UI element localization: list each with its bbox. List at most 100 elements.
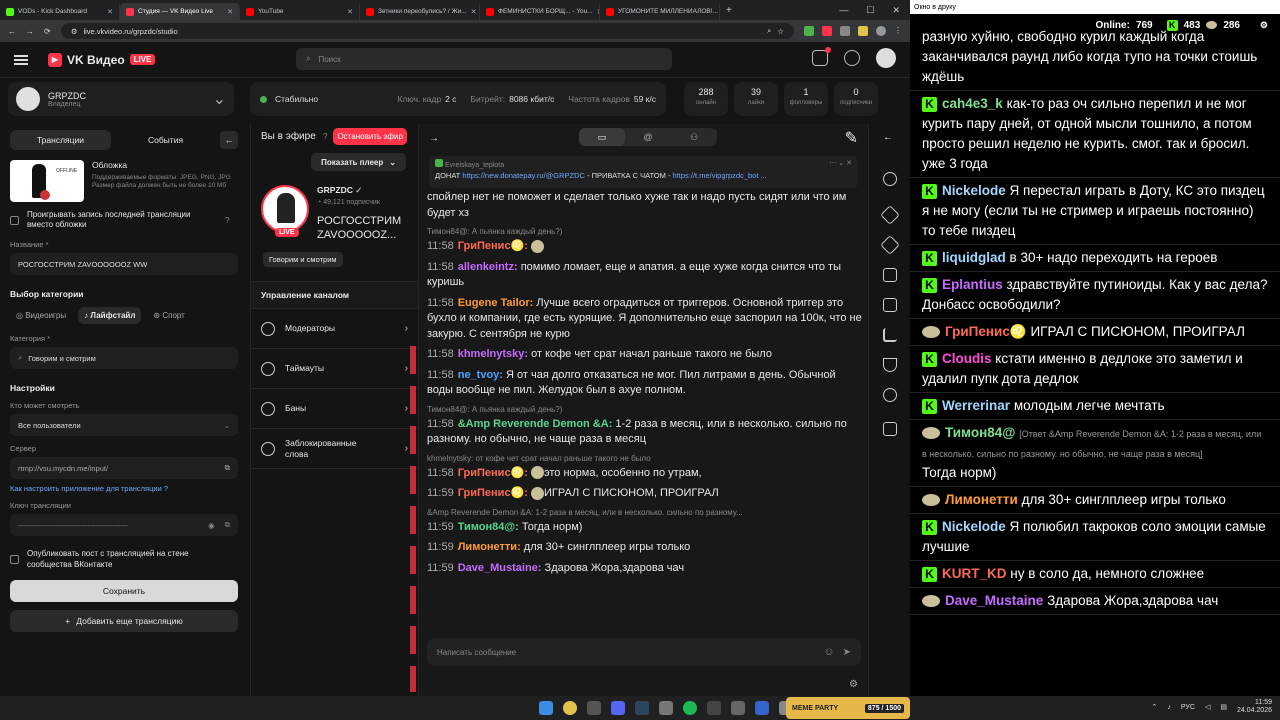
new-tab-button[interactable]: +	[726, 5, 732, 16]
search-input[interactable]: ⌕ Поиск	[296, 48, 672, 70]
minimize-icon[interactable]: —	[839, 5, 848, 16]
message-author[interactable]: ГриПенис♌:	[458, 467, 528, 479]
menu-dots-icon[interactable]: ⋮	[894, 26, 902, 36]
tab-close-icon[interactable]: ✕	[347, 8, 353, 16]
category-lifestyle-tab[interactable]: ♪ Лайфстайл	[78, 307, 142, 324]
notifications-icon[interactable]	[812, 47, 831, 66]
emoji-icon[interactable]: ☺	[823, 646, 834, 658]
eye-icon[interactable]: ◉	[208, 521, 215, 530]
url-field[interactable]: ⚙ live.vkvideo.ru/grpzdc/studio ⌕ ☆	[60, 23, 794, 39]
spotify-icon[interactable]	[683, 701, 697, 715]
tray-chevron-icon[interactable]: ⌃	[1152, 703, 1158, 711]
category-games-tab[interactable]: ◎ Видеоигры	[10, 307, 72, 324]
loop-checkbox[interactable]	[10, 215, 19, 225]
bookmark-star-icon[interactable]: ☆	[777, 27, 784, 36]
message-author[interactable]: allenkeintz:	[458, 261, 518, 273]
howto-link[interactable]: Как настроить приложение для трансляции …	[10, 484, 238, 493]
app-icon[interactable]	[659, 701, 673, 715]
avatar[interactable]	[876, 48, 896, 68]
kick-author[interactable]: Eplantius	[942, 277, 1003, 292]
profile-icon[interactable]	[876, 26, 886, 36]
close-icon[interactable]: ✕	[846, 160, 852, 167]
extension-icon[interactable]	[804, 26, 814, 36]
back-icon[interactable]: ←	[8, 27, 16, 36]
message-author[interactable]: Лимонетти:	[458, 541, 521, 553]
close-icon[interactable]: ✕	[892, 5, 900, 16]
site-info-icon[interactable]: ⚙	[71, 27, 78, 36]
message-author[interactable]: Тимон84@:	[458, 521, 519, 533]
message-author[interactable]: khmelnytsky:	[458, 348, 528, 360]
zoom-icon[interactable]: ⌕	[767, 26, 771, 36]
pin-icon[interactable]: ✎	[845, 128, 858, 148]
diamond-icon[interactable]	[880, 235, 900, 255]
kick-author[interactable]: Dave_Mustaine	[945, 593, 1043, 608]
mic-icon[interactable]: ♪	[1167, 704, 1171, 711]
title-input[interactable]: РОСГОССТРИМ ZAVOOOOOOZ WW	[10, 253, 238, 275]
stream-key-field[interactable]: ----------------------------------------…	[10, 514, 238, 536]
message-author[interactable]: ГриПенис♌:	[458, 240, 528, 252]
browser-tab[interactable]: Зетники переобулись? / Жи... ✕	[360, 3, 480, 20]
stop-stream-button[interactable]: Остановить эфир	[333, 128, 407, 145]
copy-icon[interactable]: ⧉	[225, 463, 230, 473]
extension-icon[interactable]	[858, 26, 868, 36]
kick-author[interactable]: KURT_KD	[942, 566, 1007, 581]
gem-icon[interactable]	[880, 205, 900, 225]
tab-close-icon[interactable]: ✕	[107, 8, 113, 16]
help-icon[interactable]: ?	[225, 216, 229, 225]
menu-icon[interactable]	[14, 54, 28, 65]
chart-icon[interactable]	[883, 328, 897, 342]
reload-icon[interactable]: ⟳	[44, 27, 51, 36]
chrome-icon[interactable]	[563, 701, 577, 715]
tab-events[interactable]: События	[115, 130, 216, 150]
telegram-link[interactable]: https://t.me/vipgrpzdc_bot ...	[673, 171, 767, 180]
more-icon[interactable]: ⋯	[829, 160, 836, 167]
block-icon[interactable]	[883, 388, 897, 402]
tab-broadcasts[interactable]: Трансляции	[10, 130, 111, 150]
publish-checkbox[interactable]	[10, 554, 19, 564]
extension-icon[interactable]	[822, 26, 832, 36]
dice-icon[interactable]	[883, 268, 897, 282]
kick-author[interactable]: Тимон84@	[945, 425, 1015, 440]
add-broadcast-button[interactable]: + Добавить еще трансляцию	[10, 610, 238, 632]
kick-author[interactable]: liquidglad	[942, 250, 1006, 265]
chat-input[interactable]: Написать сообщение ☺ ➤	[427, 638, 861, 666]
discord-icon[interactable]	[611, 701, 625, 715]
add-icon[interactable]	[844, 50, 860, 66]
network-icon[interactable]: ▤	[1220, 703, 1227, 711]
category-input[interactable]: ⌕ Говорим и смотрим	[10, 347, 238, 369]
who-select[interactable]: Все пользователи ⌄	[10, 414, 238, 436]
channel-selector[interactable]: GRPZDC Владелец ⌄	[8, 82, 234, 116]
message-author[interactable]: &Amp Reverende Demon &A:	[458, 418, 613, 430]
send-icon[interactable]: ➤	[843, 647, 851, 658]
media-icon[interactable]	[883, 422, 897, 436]
kick-author[interactable]: ГриПенис♌	[945, 324, 1027, 339]
manage-item[interactable]: Модераторы ›	[251, 309, 418, 349]
language-indicator[interactable]: РУС	[1181, 704, 1195, 711]
steam-icon[interactable]	[635, 701, 649, 715]
kick-author[interactable]: Werrerinar	[942, 398, 1010, 413]
vk-logo[interactable]: ▶ VK Видео LIVE	[48, 52, 156, 67]
start-icon[interactable]	[539, 701, 553, 715]
volume-icon[interactable]: ◁	[1205, 703, 1210, 711]
clock[interactable]: 11:59 24.04.2026	[1237, 699, 1272, 715]
list-icon[interactable]	[883, 298, 897, 312]
server-field[interactable]: rtmp://vsu.mycdn.me/input/ ⧉	[10, 457, 238, 479]
forward-icon[interactable]: →	[26, 27, 34, 36]
message-author[interactable]: Eugene Tailor:	[458, 297, 534, 309]
browser-tab[interactable]: Студия — VK Видео Live ✕	[120, 3, 240, 20]
popout-arrow-icon[interactable]: →	[429, 133, 439, 144]
chat-settings-icon[interactable]: ⚙	[849, 679, 858, 690]
kick-author[interactable]: Cloudis	[942, 351, 992, 366]
app-icon[interactable]	[587, 701, 601, 715]
kick-author[interactable]: Nickelode	[942, 183, 1006, 198]
category-sport-tab[interactable]: ⊛ Спорт	[147, 307, 190, 324]
manage-item[interactable]: Таймауты ›	[251, 349, 418, 389]
browser-tab[interactable]: VODs - Kick Dashboard ✕	[0, 3, 120, 20]
tab-mentions-icon[interactable]: @	[625, 128, 671, 146]
message-author[interactable]: ГриПенис♌:	[458, 487, 528, 499]
manage-item[interactable]: Баны ›	[251, 389, 418, 429]
chevron-down-icon[interactable]: ⌄	[838, 160, 844, 167]
tab-users-icon[interactable]: ⚇	[671, 128, 717, 146]
collapse-panel-button[interactable]: ←	[220, 131, 238, 149]
settings-icon[interactable]	[883, 172, 897, 186]
